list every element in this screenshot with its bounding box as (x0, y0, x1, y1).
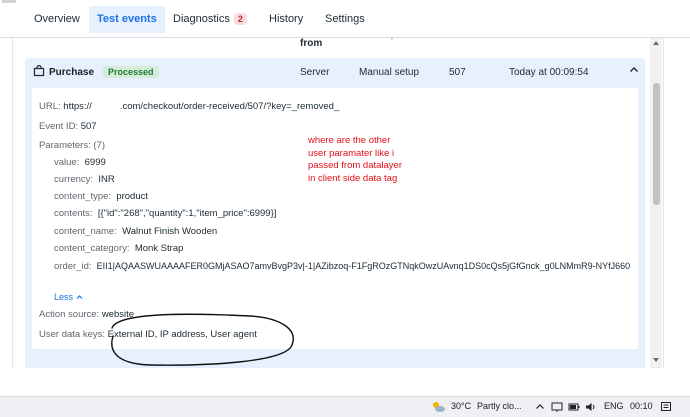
weather-sun-cloud-icon[interactable] (430, 400, 446, 414)
clock-time[interactable]: 00:10 (630, 401, 653, 411)
param-value: product (116, 191, 149, 202)
cart-icon (33, 65, 45, 77)
annotation-line: passed from datalayer (308, 160, 402, 171)
tab-settings[interactable]: Settings (317, 0, 373, 36)
event-count: 507 (449, 67, 466, 78)
param-key: order_id: (54, 261, 92, 272)
param-key: content_type: (54, 191, 112, 202)
event-header[interactable]: Purchase Processed Server Manual setup 5… (25, 58, 645, 88)
previous-row-fragment: ' (391, 38, 393, 47)
taskbar: 30°C Partly clo... ENG 00:10 (0, 396, 690, 417)
scroll-down-arrow-icon[interactable] (653, 358, 659, 362)
url-prefix: https:// (63, 101, 92, 112)
battery-icon[interactable] (568, 402, 580, 412)
weather-temp[interactable]: 30°C (451, 401, 471, 411)
param-row: content_category: Monk Strap (54, 243, 183, 254)
event-time: Today at 00:09:54 (509, 67, 589, 78)
param-row: order_id: EII1|AQAASWUAAAAFER0GMjASAO7am… (54, 260, 634, 273)
url-row: URL: https:// .com/checkout/order-receive… (39, 101, 339, 112)
notifications-icon[interactable] (660, 401, 672, 413)
param-key: contents: (54, 208, 93, 219)
event-id-value: 507 (80, 121, 97, 132)
event-id-row: Event ID: 507 (39, 121, 97, 132)
action-source-row: Action source: website (39, 309, 134, 320)
annotation-line: user paramater like i (308, 147, 395, 159)
param-value: EII1|AQAASWUAAAAFER0GMjASAO7amvBvgP3v|-1… (96, 261, 631, 271)
network-icon[interactable] (551, 402, 563, 412)
status-badge: Processed (103, 66, 159, 78)
weather-text[interactable]: Partly clo... (477, 401, 522, 411)
url-label: URL: (39, 101, 61, 112)
annotation-line: in client side data tag (308, 172, 398, 184)
param-value: Monk Strap (134, 243, 184, 254)
parameters-heading: Parameters: (7) (39, 140, 105, 151)
chevron-up-icon[interactable] (535, 402, 545, 412)
tab-diagnostics-label: Diagnostics (173, 13, 230, 25)
tab-overview[interactable]: Overview (26, 0, 88, 36)
volume-icon[interactable] (585, 402, 597, 412)
less-label: Less (54, 292, 74, 302)
content-bottom-strip (0, 368, 690, 378)
action-source-label: Action source: (39, 309, 100, 320)
scrollbar[interactable] (650, 38, 662, 368)
scroll-up-arrow-icon[interactable] (653, 41, 659, 45)
annotation-line: where are the other (308, 135, 391, 146)
tab-test-events[interactable]: Test events (89, 6, 165, 33)
param-row: value: 6999 (54, 157, 106, 168)
param-row: content_type: product (54, 191, 148, 202)
action-source-value: website (101, 309, 135, 320)
parameters-label: Parameters: (39, 140, 91, 151)
events-list[interactable]: from ' Purchase Processed Server Manual … (12, 38, 664, 368)
tab-bar: Overview Test events Diagnostics 2 Histor… (0, 0, 690, 38)
user-data-row: User data keys: External ID, IP address,… (39, 329, 257, 340)
param-row: contents: [{"id":"268","quantity":1,"ite… (54, 208, 276, 219)
chevron-up-icon[interactable] (629, 65, 639, 75)
event-setup: Manual setup (359, 67, 420, 78)
event-details: URL: https:// .com/checkout/order-receive… (32, 88, 638, 349)
less-link[interactable]: Less (54, 292, 83, 302)
param-row: content_name: Walnut Finish Wooden (54, 226, 217, 237)
param-key: content_name: (54, 226, 117, 237)
event-source: Server (300, 67, 330, 78)
chevron-up-icon (76, 295, 82, 299)
param-key: value: (54, 157, 80, 168)
parameters-count: (7) (93, 140, 106, 151)
previous-row-from-label: from (300, 38, 323, 49)
event-name: Purchase (49, 67, 95, 78)
red-annotation-note: where are the other user paramater like … (308, 135, 402, 185)
language-indicator[interactable]: ENG (604, 401, 624, 411)
scroll-thumb[interactable] (653, 83, 660, 205)
event-card-purchase: Purchase Processed Server Manual setup 5… (25, 58, 645, 368)
param-value: 6999 (84, 157, 106, 168)
param-value: INR (98, 174, 115, 185)
top-stub (2, 0, 16, 3)
tab-diagnostics[interactable]: Diagnostics 2 (165, 0, 255, 36)
event-id-label: Event ID: (39, 121, 79, 132)
diagnostics-count-badge: 2 (233, 13, 247, 25)
tab-history[interactable]: History (261, 0, 311, 36)
param-row: currency: INR (54, 174, 115, 185)
url-rest: .com/checkout/order-received/507/?key=_r… (119, 101, 340, 112)
param-key: currency: (54, 174, 94, 185)
param-value: [{"id":"268","quantity":1,"item_price":6… (97, 208, 277, 219)
user-data-value: External ID, IP address, User agent (107, 329, 257, 340)
param-value: Walnut Finish Wooden (122, 226, 218, 237)
user-data-label: User data keys: (39, 329, 105, 340)
param-key: content_category: (54, 243, 130, 254)
